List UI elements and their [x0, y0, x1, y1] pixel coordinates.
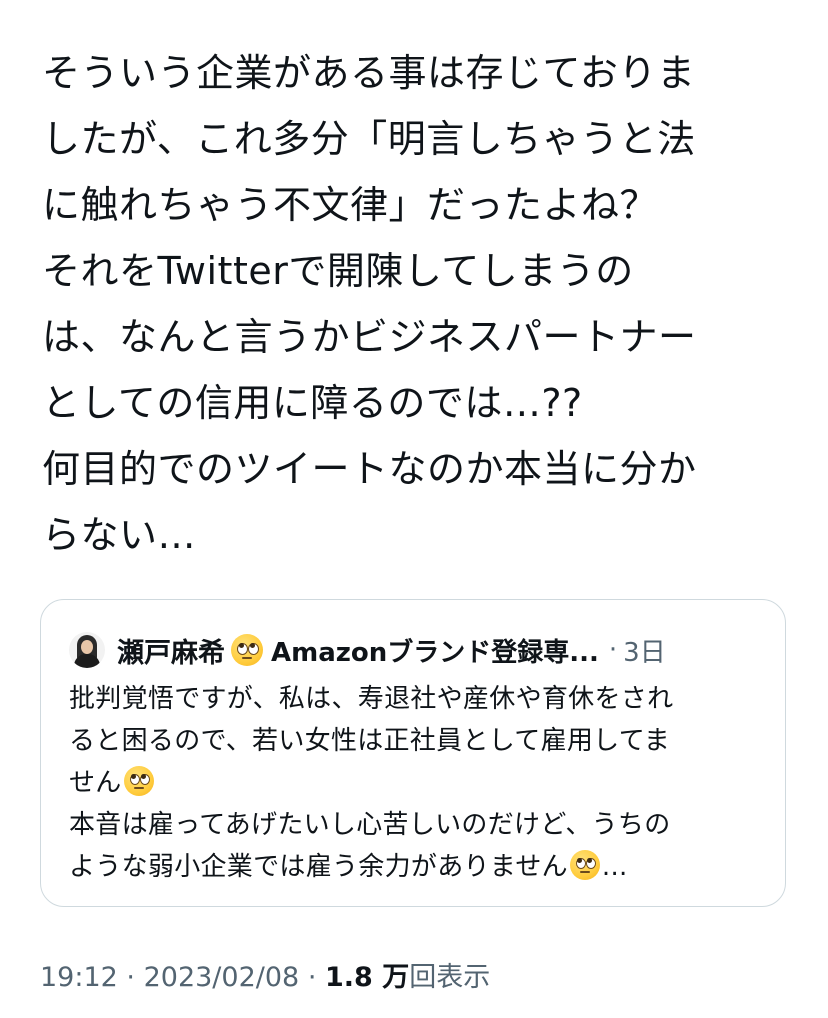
meta-separator: · — [307, 962, 317, 993]
tweet-text: そういう企業がある事は存じておりま したが、これ多分「明言しちゃうと法 に触れち… — [42, 40, 786, 568]
header-separator: · — [608, 635, 618, 665]
views-label: 回表示 — [409, 962, 491, 993]
quoted-text-line: ような弱小企業では雇う余力がありません... — [69, 846, 769, 888]
tweet-text-line: に触れちゃう不文律」だったよね？ — [42, 183, 659, 227]
tweet-text-line: したが、これ多分「明言しちゃうと法 — [42, 117, 696, 161]
truncation-ellipsis: ... — [601, 852, 628, 882]
quoted-text-line: ると困るので、若い女性は正社員として雇用してま — [69, 726, 671, 756]
quoted-author-title[interactable]: Amazonブランド登録専... — [271, 632, 599, 669]
quoted-text-line: 批判覚悟ですが、私は、寿退社や産休や育休をされ — [69, 684, 674, 714]
quoted-tweet-header: 瀬戸麻希 Amazonブランド登録専... · 3日 — [69, 630, 666, 670]
views-count[interactable]: 1.8 万 — [325, 962, 409, 993]
tweet-text-line: それをTwitterで開陳してしまうの — [42, 249, 634, 293]
tweet-text-line: としての信用に障るのでは…?? — [42, 381, 583, 425]
tweet-text-line: 何目的でのツイートなのか本当に分か — [42, 447, 697, 491]
quoted-tweet-text: 批判覚悟ですが、私は、寿退社や産休や育休をされ ると困るので、若い女性は正社員と… — [69, 678, 769, 888]
quoted-tweet-card[interactable]: 瀬戸麻希 Amazonブランド登録専... · 3日 批判覚悟ですが、私は、寿退… — [40, 599, 786, 907]
quoted-text-fragment: ような弱小企業では雇う余力がありません — [69, 852, 568, 882]
tweet-text-line: は、なんと言うかビジネスパートナー — [42, 315, 697, 359]
tweet-text-line: らない… — [42, 513, 197, 557]
face-with-rolling-eyes-icon — [231, 634, 263, 666]
tweet-meta: 19:12 · 2023/02/08 · 1.8 万回表示 — [40, 958, 490, 998]
tweet-time[interactable]: 19:12 — [40, 962, 118, 993]
meta-separator: · — [126, 962, 135, 993]
face-with-rolling-eyes-icon — [123, 765, 154, 796]
avatar[interactable] — [69, 632, 105, 668]
quoted-post-age[interactable]: 3日 — [623, 632, 666, 669]
face-with-rolling-eyes-icon — [569, 849, 600, 880]
quoted-text-line: 本音は雇ってあげたいし心苦しいのだけど、うちの — [69, 810, 671, 840]
tweet-text-line: そういう企業がある事は存じておりま — [42, 51, 696, 95]
tweet-date[interactable]: 2023/02/08 — [144, 962, 300, 993]
quoted-author-name[interactable]: 瀬戸麻希 — [117, 631, 225, 670]
quoted-text-fragment: せん — [69, 768, 122, 798]
quoted-text-line: せん — [69, 762, 769, 804]
